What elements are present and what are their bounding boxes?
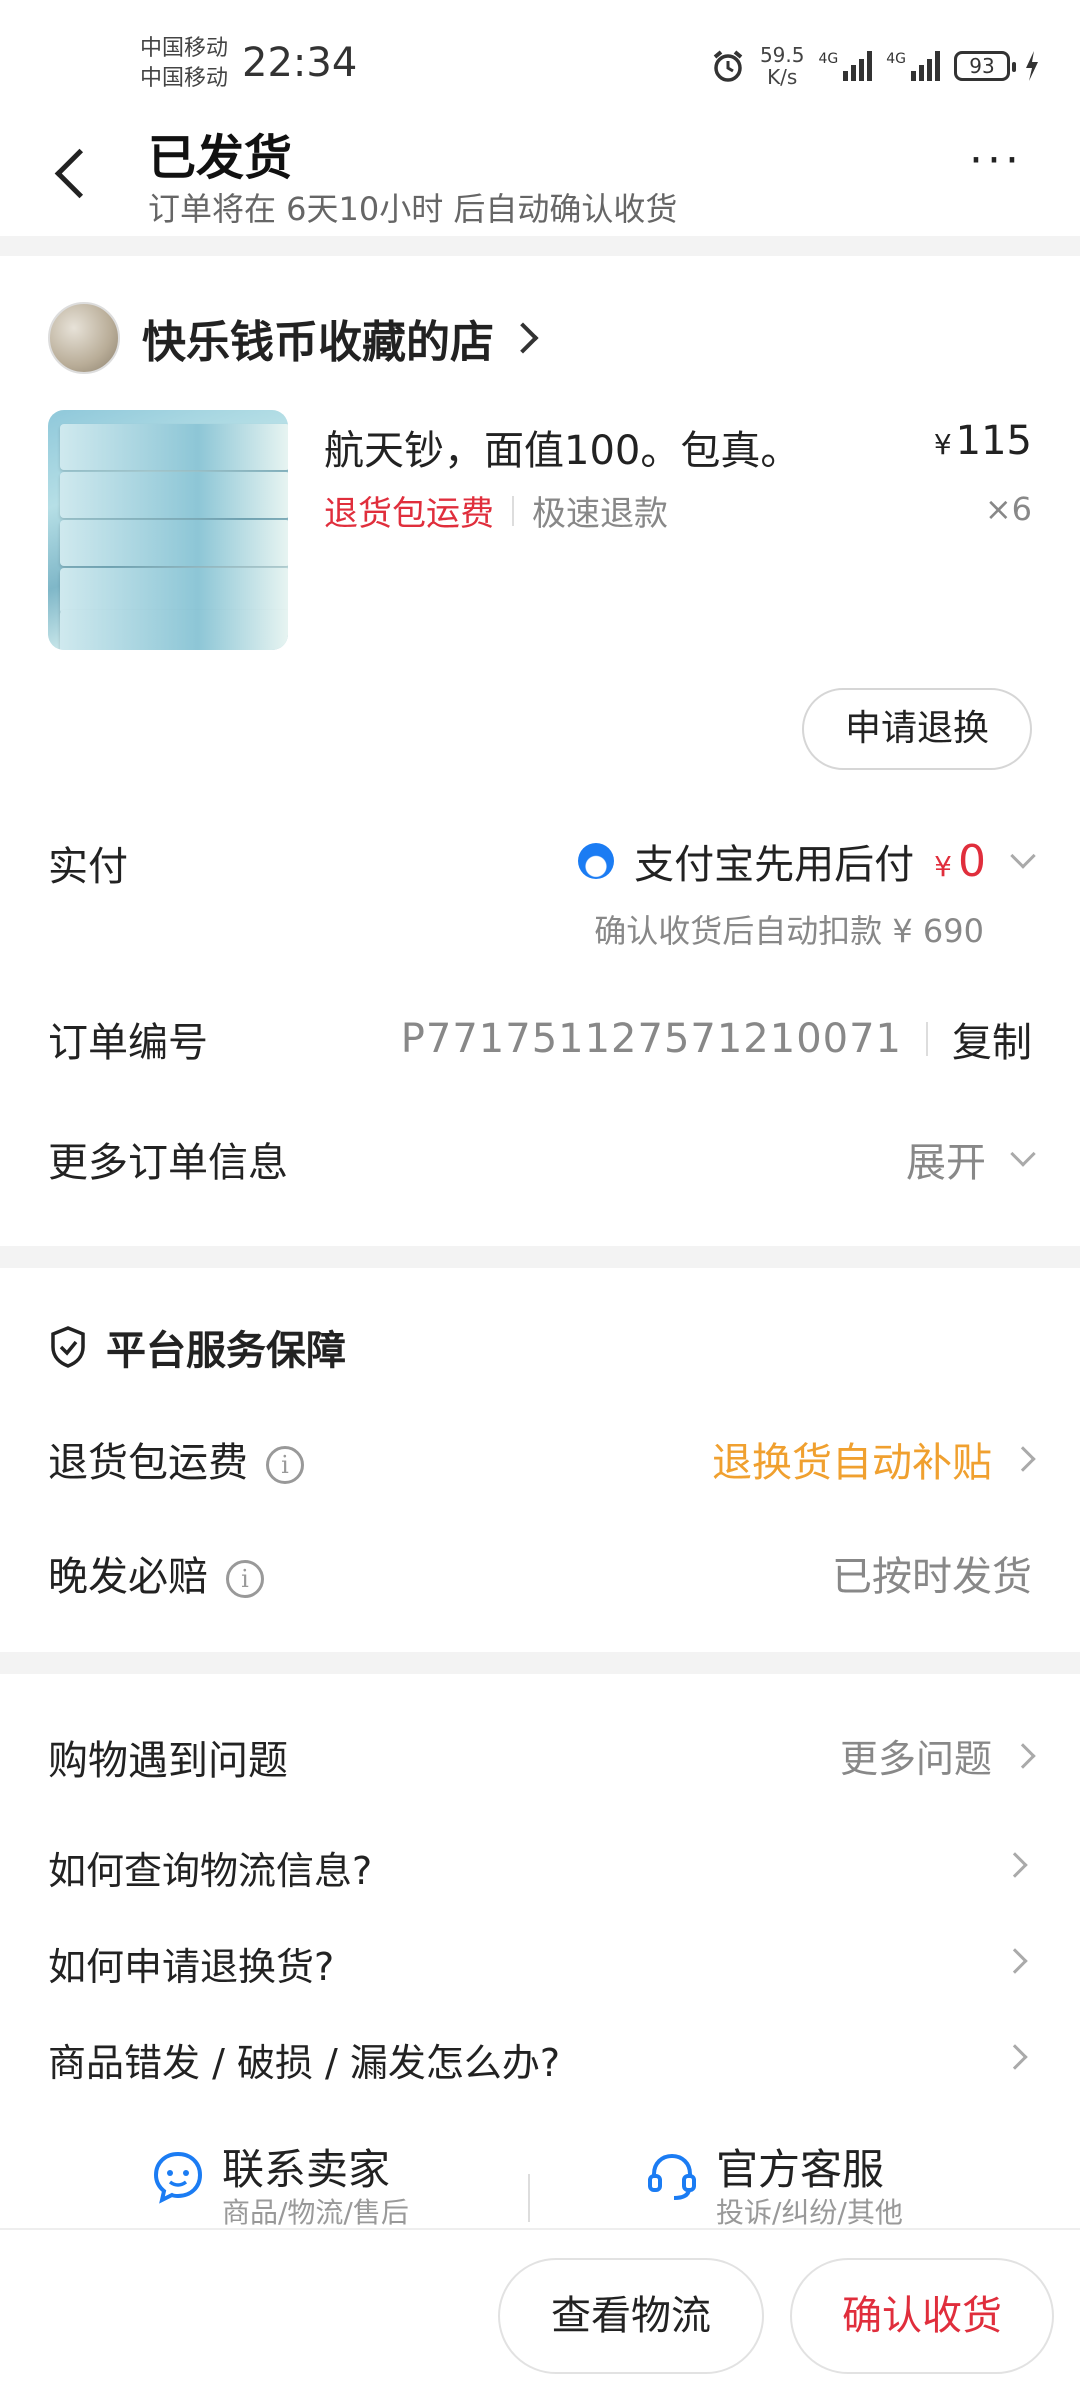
charging-icon	[1026, 51, 1038, 81]
shield-icon	[51, 1326, 85, 1368]
contact-seller-title: 联系卖家	[222, 2145, 391, 2194]
page-title: 已发货	[148, 130, 293, 186]
product-image[interactable]	[48, 410, 288, 650]
return-shipping-label: 退货包运费 i	[48, 1430, 304, 1488]
carrier-2: 中国移动	[140, 66, 229, 91]
paid-currency: ¥	[934, 849, 952, 883]
price-value: 115	[955, 418, 1032, 464]
apply-refund-button[interactable]: 申请退换	[802, 688, 1032, 770]
carrier-1: 中国移动	[140, 36, 229, 61]
info-icon[interactable]: i	[266, 1446, 304, 1484]
copy-button[interactable]: 复制	[952, 1010, 1032, 1068]
chevron-right-icon	[1002, 2044, 1028, 2070]
return-subsidy-text: 退换货自动补贴	[712, 1440, 992, 1486]
auto-deduct-note: 确认收货后自动扣款 ¥ 690	[594, 912, 984, 950]
network-type-1: 4G	[818, 51, 839, 67]
currency-symbol: ¥	[933, 428, 952, 461]
late-ship-label-text: 晚发必赔	[48, 1554, 208, 1600]
expand-label: 展开	[906, 1140, 986, 1186]
net-speed-unit: K/s	[767, 65, 798, 89]
status-icons: 59.5 K/s 4G 4G 93	[710, 44, 1040, 88]
order-number-value: P771751127571210071	[400, 1016, 902, 1062]
official-service-button[interactable]: 官方客服 投诉/纠纷/其他	[644, 2144, 903, 2230]
chevron-right-icon	[1002, 1852, 1028, 1878]
more-order-info-label: 更多订单信息	[48, 1140, 288, 1186]
net-speed-value: 59.5	[759, 43, 805, 67]
divider	[0, 1246, 1080, 1268]
alarm-icon	[713, 50, 743, 82]
chevron-down-icon	[1010, 1141, 1036, 1167]
chevron-right-icon	[1002, 1948, 1028, 1974]
headset-icon	[648, 2153, 696, 2200]
help-title: 购物遇到问题	[48, 1738, 288, 1784]
product-price: ¥115	[934, 418, 1032, 464]
status-bar: 中国移动 中国移动 22:34 59.5 K/s 4G 4G 93	[0, 0, 1080, 120]
shop-link[interactable]: 快乐钱币收藏的店	[48, 302, 539, 374]
header: 已发货 订单将在 6天10小时 后自动确认收货 ···	[0, 110, 1080, 236]
more-questions-label: 更多问题	[839, 1737, 992, 1781]
contact-seller-button[interactable]: 联系卖家 商品/物流/售后	[150, 2144, 409, 2230]
product-title[interactable]: 航天钞，面值100。包真。	[324, 418, 800, 476]
payment-summary[interactable]: 支付宝先用后付 ¥0	[578, 832, 1036, 890]
service-title-text: 平台服务保障	[106, 1328, 346, 1374]
fast-refund-tag: 极速退款	[532, 494, 668, 534]
faq-item[interactable]: 商品错发 / 破损 / 漏发怎么办?	[48, 2032, 560, 2087]
official-service-sub: 投诉/纠纷/其他	[716, 2196, 903, 2229]
more-questions-link[interactable]: 更多问题	[839, 1728, 1036, 1783]
chevron-right-icon	[507, 322, 539, 354]
shipping-status: 已按时发货	[832, 1554, 1032, 1600]
divider	[528, 2174, 530, 2222]
faq-item[interactable]: 如何申请退换货?	[48, 1936, 334, 1991]
alipay-icon	[578, 843, 615, 879]
chat-icon	[153, 2151, 203, 2204]
late-ship-label: 晚发必赔 i	[48, 1544, 264, 1602]
return-shipping-tag: 退货包运费	[324, 494, 494, 534]
more-options-icon[interactable]: ···	[956, 139, 1036, 196]
product-tags: 退货包运费 极速退款	[324, 486, 668, 535]
order-card: 快乐钱币收藏的店 航天钞，面值100。包真。 ¥115 退货包运费 极速退款 ×…	[0, 256, 1080, 1264]
paid-label: 实付	[48, 844, 128, 890]
chevron-right-icon	[1010, 1446, 1036, 1472]
shop-avatar	[48, 302, 120, 374]
order-number-label: 订单编号	[48, 1020, 208, 1066]
view-logistics-button[interactable]: 查看物流	[498, 2258, 764, 2374]
divider	[926, 1022, 928, 1056]
clock: 22:34	[242, 40, 358, 86]
help-card: 购物遇到问题 更多问题 如何查询物流信息? 如何申请退换货? 商品错发 / 破损…	[0, 1674, 1080, 2234]
expand-button[interactable]: 展开	[906, 1130, 1036, 1188]
return-subsidy-link[interactable]: 退换货自动补贴	[712, 1430, 1036, 1488]
divider	[0, 236, 1080, 256]
order-number: P771751127571210071 复制	[401, 1010, 1032, 1068]
return-shipping-label-text: 退货包运费	[48, 1440, 248, 1486]
divider	[0, 1652, 1080, 1674]
network-type-2: 4G	[886, 51, 906, 67]
pay-method: 支付宝先用后付	[634, 842, 915, 888]
carrier-info: 中国移动 中国移动	[140, 34, 228, 94]
battery-icon: 93	[954, 51, 1016, 81]
bottom-action-bar: 查看物流 确认收货	[0, 2228, 1080, 2400]
back-icon[interactable]	[44, 138, 100, 208]
paid-amount: ¥0	[934, 836, 986, 887]
auto-confirm-notice: 订单将在 6天10小时 后自动确认收货	[148, 190, 678, 228]
net-speed: 59.5 K/s	[760, 44, 805, 88]
paid-amount-value: 0	[958, 835, 986, 887]
service-title: 平台服务保障	[48, 1318, 346, 1376]
product-quantity: ×6	[984, 490, 1032, 528]
signal-icon-1: 4G	[818, 51, 873, 81]
tag-divider	[512, 495, 514, 526]
info-icon[interactable]: i	[226, 1560, 264, 1598]
faq-item[interactable]: 如何查询物流信息?	[48, 1840, 372, 1895]
chevron-right-icon	[1010, 1742, 1036, 1769]
confirm-receipt-button[interactable]: 确认收货	[790, 2258, 1054, 2374]
shop-name: 快乐钱币收藏的店	[142, 317, 494, 368]
signal-icon-2: 4G	[886, 51, 940, 81]
chevron-down-icon	[1010, 843, 1036, 869]
service-guarantee-card: 平台服务保障 退货包运费 i 退换货自动补贴 晚发必赔 i 已按时发货	[0, 1268, 1080, 1652]
official-service-title: 官方客服	[716, 2145, 885, 2194]
contact-seller-sub: 商品/物流/售后	[222, 2196, 409, 2229]
